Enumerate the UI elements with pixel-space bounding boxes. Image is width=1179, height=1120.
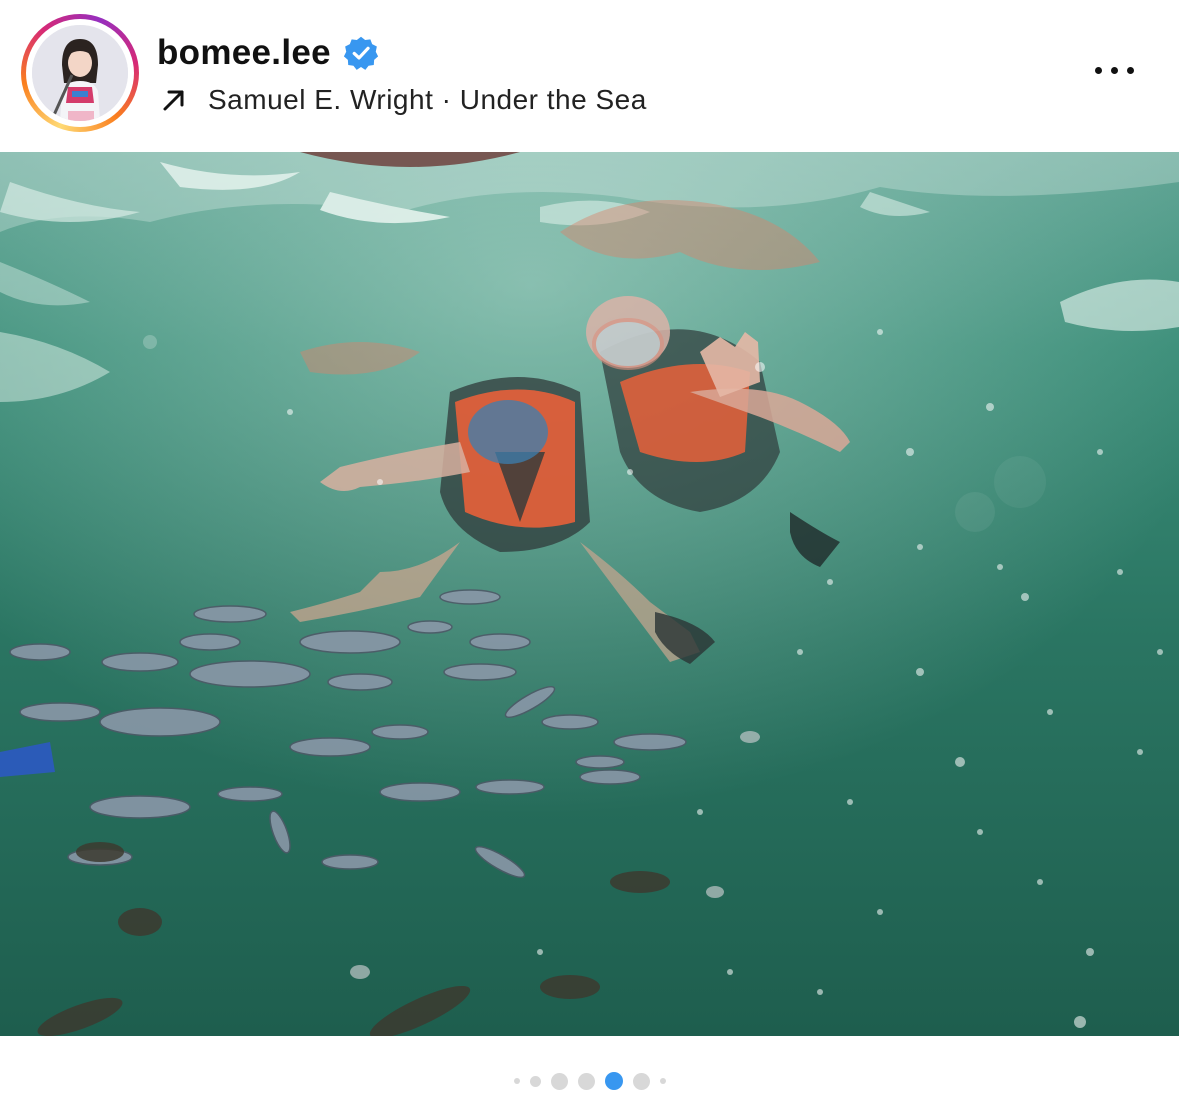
carousel-dot[interactable] <box>577 1072 595 1090</box>
carousel-indicator <box>0 1066 1179 1096</box>
carousel-dot[interactable] <box>659 1078 666 1084</box>
underwater-photo <box>0 152 1179 1036</box>
verified-badge-icon <box>343 36 378 70</box>
carousel-dot[interactable] <box>513 1078 520 1084</box>
post-media[interactable] <box>0 152 1179 1036</box>
story-ring[interactable] <box>21 14 139 132</box>
post-header: bomee.lee Samuel E. Wright · Under the S… <box>0 0 1179 152</box>
avatar[interactable] <box>32 25 128 121</box>
audio-link[interactable]: Samuel E. Wright · Under the Sea <box>160 80 647 120</box>
carousel-dot[interactable] <box>550 1072 568 1090</box>
arrow-up-right-icon <box>163 90 184 111</box>
username[interactable]: bomee.lee <box>157 33 331 73</box>
carousel-dot[interactable] <box>529 1075 541 1087</box>
audio-track-label: Samuel E. Wright · Under the Sea <box>208 84 647 115</box>
avatar-photo <box>32 25 128 121</box>
more-horizontal-icon <box>1094 66 1102 74</box>
carousel-dot[interactable] <box>632 1072 650 1090</box>
carousel-dot[interactable] <box>604 1072 623 1090</box>
more-options-button[interactable] <box>1084 55 1144 85</box>
